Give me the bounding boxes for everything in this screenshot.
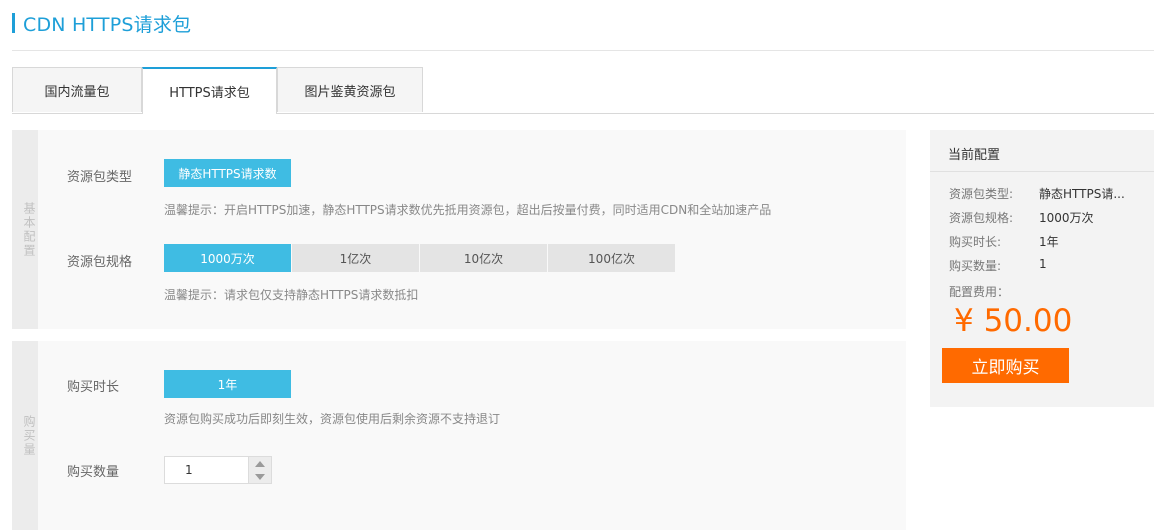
basic-config-side-label: 基本配置 bbox=[22, 201, 36, 258]
tab-https-request[interactable]: HTTPS请求包 bbox=[142, 67, 277, 114]
current-config-panel: 当前配置 资源包类型: 静态HTTPS请... 资源包规格: 1000万次 购买… bbox=[930, 130, 1154, 407]
quantity-input[interactable] bbox=[165, 457, 249, 483]
summary-value-quantity: 1 bbox=[1039, 257, 1047, 271]
purchase-side-label: 购买量 bbox=[22, 414, 36, 457]
buy-now-button[interactable]: 立即购买 bbox=[942, 348, 1069, 383]
quantity-label: 购买数量 bbox=[67, 465, 120, 480]
summary-label-quantity: 购买数量: bbox=[949, 259, 1002, 273]
package-spec-label: 资源包规格 bbox=[67, 255, 133, 270]
page-header: CDN HTTPS请求包 bbox=[12, 12, 192, 36]
quantity-decrement-button[interactable] bbox=[249, 470, 271, 483]
summary-value-type: 静态HTTPS请... bbox=[1039, 187, 1125, 201]
tab-bar: 国内流量包 HTTPS请求包 图片鉴黄资源包 bbox=[12, 67, 1154, 114]
purchase-body: 购买时长 1年 资源包购买成功后即刻生效，资源包使用后剩余资源不支持退订 购买数… bbox=[38, 341, 906, 530]
title-divider bbox=[12, 50, 1154, 51]
package-spec-tip: 温馨提示：请求包仅支持静态HTTPS请求数抵扣 bbox=[164, 288, 419, 302]
quantity-stepper bbox=[164, 456, 272, 484]
section-side-basic: 基本配置 bbox=[12, 130, 38, 329]
summary-label-spec: 资源包规格: bbox=[949, 211, 1014, 225]
purchase-section: 购买量 购买时长 1年 资源包购买成功后即刻生效，资源包使用后剩余资源不支持退订… bbox=[12, 341, 906, 530]
option-spec-1b[interactable]: 10亿次 bbox=[420, 244, 547, 272]
basic-config-body: 资源包类型 静态HTTPS请求数 温馨提示：开启HTTPS加速，静态HTTPS请… bbox=[38, 130, 906, 329]
page-title: CDN HTTPS请求包 bbox=[23, 13, 192, 36]
duration-tip: 资源包购买成功后即刻生效，资源包使用后剩余资源不支持退订 bbox=[164, 412, 501, 426]
fee-label: 配置费用： bbox=[949, 285, 1010, 299]
package-type-tip: 温馨提示：开启HTTPS加速，静态HTTPS请求数优先抵用资源包，超出后按量付费… bbox=[164, 203, 772, 217]
triangle-up-icon bbox=[255, 460, 265, 467]
quantity-spinner bbox=[248, 457, 271, 483]
option-spec-10m[interactable]: 1000万次 bbox=[164, 244, 291, 272]
price-value: ¥ 50.00 bbox=[954, 303, 1073, 339]
summary-value-spec: 1000万次 bbox=[1039, 211, 1094, 225]
package-type-label: 资源包类型 bbox=[67, 170, 133, 185]
option-static-https[interactable]: 静态HTTPS请求数 bbox=[164, 159, 291, 187]
summary-title: 当前配置 bbox=[948, 148, 1001, 163]
title-accent-bar bbox=[12, 13, 15, 33]
summary-label-duration: 购买时长: bbox=[949, 235, 1002, 249]
tab-domestic-traffic[interactable]: 国内流量包 bbox=[12, 67, 142, 112]
tab-image-moderation[interactable]: 图片鉴黄资源包 bbox=[277, 67, 423, 112]
summary-divider bbox=[930, 171, 1154, 172]
summary-label-type: 资源包类型: bbox=[949, 187, 1014, 201]
option-spec-10b[interactable]: 100亿次 bbox=[548, 244, 675, 272]
summary-value-duration: 1年 bbox=[1039, 235, 1059, 249]
triangle-down-icon bbox=[255, 473, 265, 480]
duration-label: 购买时长 bbox=[67, 380, 120, 395]
quantity-increment-button[interactable] bbox=[249, 457, 271, 470]
option-duration-1y[interactable]: 1年 bbox=[164, 370, 291, 398]
section-side-purchase: 购买量 bbox=[12, 341, 38, 530]
option-spec-100m[interactable]: 1亿次 bbox=[292, 244, 419, 272]
basic-config-section: 基本配置 资源包类型 静态HTTPS请求数 温馨提示：开启HTTPS加速，静态H… bbox=[12, 130, 906, 329]
